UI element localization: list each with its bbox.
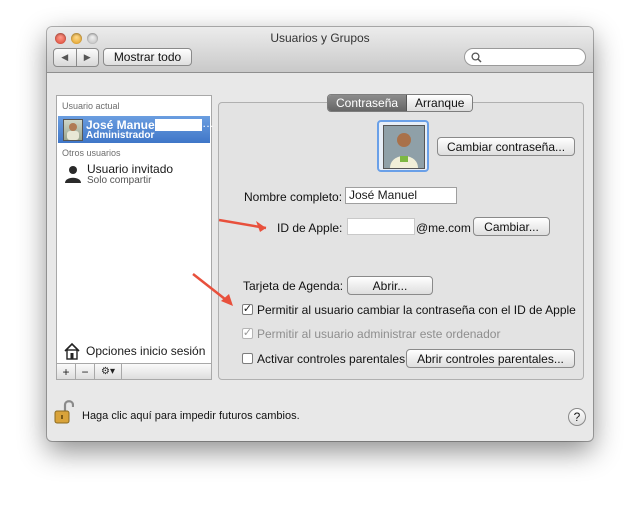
chevron-right-icon[interactable]: ▶ bbox=[77, 49, 99, 66]
annotation-arrow-icon bbox=[192, 273, 233, 306]
current-user-heading: Usuario actual bbox=[62, 101, 120, 111]
sidebar-item-guest-user[interactable]: Usuario invitado Solo compartir bbox=[58, 160, 210, 188]
current-user-role: Administrador bbox=[86, 130, 155, 141]
gear-menu-button[interactable]: ⚙▾ bbox=[95, 364, 122, 379]
remove-user-button[interactable]: − bbox=[76, 364, 95, 379]
search-input[interactable] bbox=[464, 48, 586, 66]
apple-id-field[interactable] bbox=[347, 218, 415, 235]
preferences-window: Usuarios y Grupos ◀ ▶ Mostrar todo Usuar… bbox=[47, 27, 593, 441]
full-name-field[interactable]: José Manuel bbox=[345, 187, 457, 204]
change-apple-id-button[interactable]: Cambiar... bbox=[473, 217, 550, 236]
tab-startup[interactable]: Arranque bbox=[407, 95, 473, 111]
chevron-left-icon[interactable]: ◀ bbox=[54, 49, 77, 66]
apple-id-label: ID de Apple: bbox=[277, 221, 343, 235]
avatar bbox=[63, 119, 83, 141]
lock-message: Haga clic aquí para impedir futuros camb… bbox=[82, 410, 300, 422]
user-picture-well[interactable] bbox=[377, 120, 429, 172]
navigation-segment: ◀ ▶ bbox=[53, 48, 99, 67]
change-password-button[interactable]: Cambiar contraseña... bbox=[437, 137, 575, 156]
login-options-item[interactable]: Opciones inicio sesión bbox=[58, 341, 210, 363]
name-ellipsis: … bbox=[202, 116, 214, 130]
user-silhouette-icon bbox=[65, 166, 81, 183]
full-name-label: Nombre completo: bbox=[244, 190, 343, 204]
login-options-label: Opciones inicio sesión bbox=[86, 344, 206, 358]
users-sidebar: Usuario actual José Manuel … Administrad… bbox=[56, 95, 214, 380]
show-all-button[interactable]: Mostrar todo bbox=[103, 48, 192, 66]
sidebar-action-bar: + − ⚙▾ bbox=[56, 363, 212, 380]
address-card-label: Tarjeta de Agenda: bbox=[243, 279, 344, 293]
parental-controls-checkbox[interactable] bbox=[242, 353, 253, 364]
help-button[interactable]: ? bbox=[568, 408, 586, 426]
user-picture bbox=[383, 125, 425, 169]
allow-admin-label: Permitir al usuario administrar este ord… bbox=[257, 327, 501, 341]
parental-controls-label: Activar controles parentales bbox=[257, 352, 406, 366]
annotation-arrow-icon bbox=[218, 218, 267, 232]
guest-user-name: Usuario invitado bbox=[87, 162, 174, 176]
redaction-box bbox=[155, 119, 202, 131]
window-title: Usuarios y Grupos bbox=[270, 31, 370, 45]
open-parental-controls-button[interactable]: Abrir controles parentales... bbox=[406, 349, 575, 368]
open-address-card-button[interactable]: Abrir... bbox=[347, 276, 433, 295]
house-icon bbox=[64, 342, 80, 360]
tab-group: Contraseña Arranque bbox=[327, 94, 474, 112]
search-icon bbox=[471, 52, 482, 63]
sidebar-item-current-user[interactable]: José Manuel … Administrador bbox=[58, 116, 214, 143]
allow-reset-checkbox[interactable]: ✓ bbox=[242, 304, 253, 315]
padlock-open-icon[interactable] bbox=[54, 399, 74, 425]
tab-password[interactable]: Contraseña bbox=[328, 95, 408, 111]
add-user-button[interactable]: + bbox=[57, 364, 76, 379]
apple-id-domain: @me.com bbox=[416, 221, 471, 235]
title-bar: Usuarios y Grupos ◀ ▶ Mostrar todo bbox=[47, 27, 593, 73]
allow-reset-label: Permitir al usuario cambiar la contraseñ… bbox=[257, 303, 576, 317]
guest-user-role: Solo compartir bbox=[87, 175, 152, 186]
allow-admin-checkbox[interactable]: ✓ bbox=[242, 328, 253, 339]
other-users-heading: Otros usuarios bbox=[62, 148, 121, 158]
